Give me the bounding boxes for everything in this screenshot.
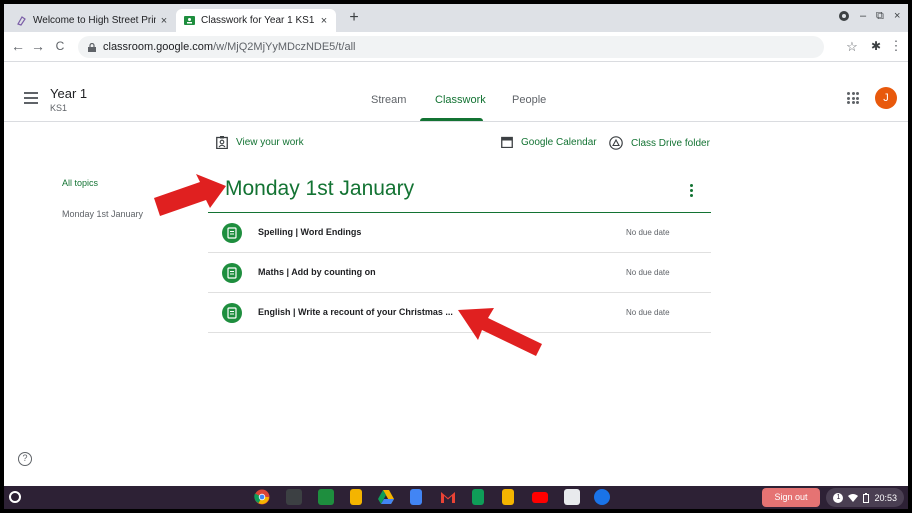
avatar[interactable]: J — [875, 87, 897, 109]
classroom-icon — [184, 16, 195, 25]
school-logo-icon — [17, 16, 26, 26]
files-icon[interactable] — [594, 489, 610, 505]
drive-icon — [609, 136, 623, 150]
profile-icon[interactable] — [838, 10, 850, 22]
status-tray[interactable]: 1 20:53 — [826, 488, 904, 507]
forward-button[interactable]: → — [30, 38, 46, 54]
notification-badge: 1 — [833, 492, 844, 503]
calendar-icon — [501, 136, 513, 148]
star-icon[interactable]: ☆ — [844, 39, 860, 55]
menu-icon[interactable] — [24, 92, 38, 107]
browser-toolbar: ← → C classroom.google.com/w/MjQ2MjYyMDc… — [4, 32, 908, 62]
assignment-title: English | Write a recount of your Christ… — [258, 307, 453, 317]
due-date: No due date — [626, 308, 670, 317]
close-icon[interactable]: × — [316, 15, 332, 27]
camera-icon[interactable] — [564, 489, 580, 505]
calculator-icon[interactable] — [286, 489, 302, 505]
extensions-icon[interactable]: ✱ — [868, 39, 884, 53]
assignment-icon — [222, 263, 242, 283]
tab-title: Welcome to High Street Primary — [33, 15, 156, 26]
arrow-annotation-icon — [154, 174, 226, 216]
assignment-icon — [222, 303, 242, 323]
tab-strip: Welcome to High Street Primary × Classwo… — [4, 4, 908, 32]
topic-nav-monday[interactable]: Monday 1st January — [62, 209, 143, 219]
tab-title: Classwork for Year 1 KS1 — [201, 15, 315, 26]
topic-title[interactable]: Monday 1st January — [225, 177, 414, 201]
launcher-button[interactable] — [9, 491, 21, 503]
youtube-icon[interactable] — [532, 492, 548, 503]
chrome-icon[interactable] — [254, 489, 270, 505]
classroom-icon[interactable] — [318, 489, 334, 505]
screen: Welcome to High Street Primary × Classwo… — [4, 4, 908, 509]
due-date: No due date — [626, 228, 670, 237]
restore-button[interactable]: ⧉ — [876, 10, 884, 23]
class-name[interactable]: Year 1 — [50, 86, 87, 101]
class-drive-folder-link[interactable]: Class Drive folder — [609, 136, 710, 150]
view-work-label: View your work — [236, 137, 304, 148]
close-icon[interactable]: × — [156, 15, 172, 27]
calendar-label: Google Calendar — [521, 136, 597, 148]
close-window-button[interactable]: × — [894, 10, 900, 22]
due-date: No due date — [626, 268, 670, 277]
address-bar[interactable]: classroom.google.com/w/MjQ2MjYyMDczNDE5/… — [78, 36, 824, 58]
slides-icon[interactable] — [350, 489, 362, 505]
google-calendar-link[interactable]: Google Calendar — [501, 136, 597, 148]
browser-menu-icon[interactable]: ⋮ — [888, 38, 904, 54]
drive-label: Class Drive folder — [631, 137, 710, 149]
assignment-title: Spelling | Word Endings — [258, 227, 362, 237]
active-tab-indicator — [420, 118, 483, 121]
tab-stream[interactable]: Stream — [371, 94, 406, 106]
clock: 20:53 — [874, 492, 897, 503]
classroom-header: Year 1 KS1 Stream Classwork People J — [4, 76, 908, 122]
topic-nav-all[interactable]: All topics — [62, 178, 98, 188]
help-icon[interactable]: ? — [18, 452, 32, 466]
assignment-person-icon — [216, 136, 228, 149]
assignment-row[interactable]: Maths | Add by counting on No due date — [208, 253, 711, 293]
assignment-icon — [222, 223, 242, 243]
view-work-link[interactable]: View your work — [216, 136, 304, 149]
sheets-icon[interactable] — [472, 489, 484, 505]
reload-button[interactable]: C — [52, 39, 68, 53]
url-host: classroom.google.com — [103, 41, 214, 53]
keep-icon[interactable] — [502, 489, 514, 505]
assignment-title: Maths | Add by counting on — [258, 267, 376, 277]
google-apps-icon[interactable] — [847, 92, 859, 104]
minimize-button[interactable]: – — [860, 10, 866, 22]
lock-icon — [88, 42, 96, 52]
drive-icon[interactable] — [378, 489, 394, 505]
tab-classwork[interactable]: Classwork — [435, 94, 486, 106]
back-button[interactable]: ← — [10, 38, 26, 54]
class-section: KS1 — [50, 103, 68, 113]
tab-people[interactable]: People — [512, 94, 546, 106]
wifi-icon — [848, 493, 859, 502]
os-shelf: Sign out 1 20:53 — [4, 486, 908, 509]
url-path: /w/MjQ2MjYyMDczNDE5/t/all — [213, 41, 356, 53]
battery-icon — [863, 492, 870, 503]
tab-classwork[interactable]: Classwork for Year 1 KS1 × — [176, 9, 336, 32]
arrow-annotation-icon — [458, 308, 542, 356]
new-tab-button[interactable]: + — [344, 9, 364, 27]
more-options-icon[interactable] — [690, 184, 694, 199]
sign-out-button[interactable]: Sign out — [762, 488, 820, 507]
tab-welcome[interactable]: Welcome to High Street Primary × — [8, 9, 176, 32]
gmail-icon[interactable] — [440, 489, 456, 505]
assignment-row[interactable]: Spelling | Word Endings No due date — [208, 213, 711, 253]
docs-icon[interactable] — [410, 489, 422, 505]
